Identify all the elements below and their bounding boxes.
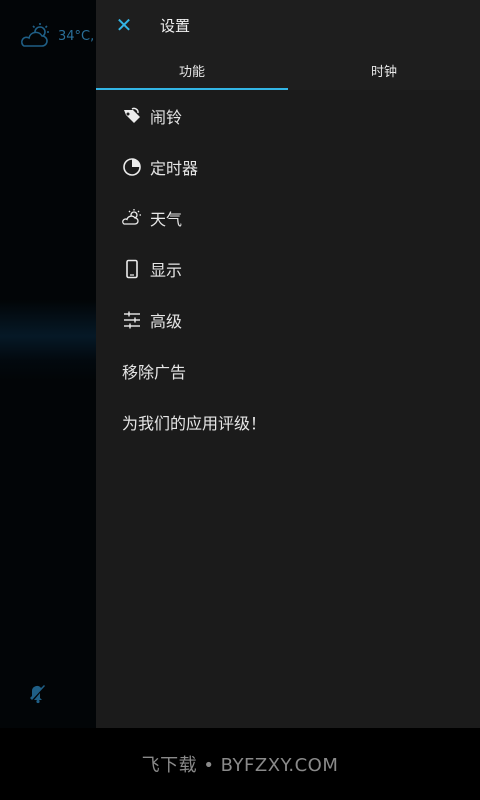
menu-item-rate-app[interactable]: 为我们的应用评级！ <box>96 396 480 447</box>
menu-item-label: 高级 <box>150 311 183 331</box>
page-title: 设置 <box>160 16 191 35</box>
menu-item-display[interactable]: 显示 <box>96 243 480 294</box>
close-button[interactable]: ✕ <box>96 0 152 50</box>
menu-item-label: 闹铃 <box>150 107 183 127</box>
menu-item-label: 天气 <box>150 209 183 229</box>
alarm-tag-icon <box>122 106 142 126</box>
drawer-header: ✕ 设置 <box>96 0 480 50</box>
menu-item-timer[interactable]: 定时器 <box>96 141 480 192</box>
menu-item-weather[interactable]: 天气 <box>96 192 480 243</box>
cloud-sun-icon <box>20 23 49 47</box>
tab-label: 功能 <box>178 64 205 80</box>
footer-watermark-bar: 飞下载 • BYFZXY.COM <box>0 728 480 800</box>
menu-item-label: 定时器 <box>150 158 199 178</box>
tab-bar: 功能 时钟 <box>96 50 480 90</box>
bell-icon[interactable] <box>26 682 48 704</box>
background-temperature: 34°C, <box>58 28 95 44</box>
menu-item-label: 为我们的应用评级！ <box>122 413 267 433</box>
sliders-icon <box>122 310 142 330</box>
tab-clock[interactable]: 时钟 <box>288 50 480 90</box>
settings-drawer: ✕ 设置 功能 时钟 闹铃 定时器 天气 显示 高级 移除广告 为我们的应用评级… <box>96 0 480 728</box>
tab-features[interactable]: 功能 <box>96 50 288 90</box>
background-clock-area: 34°C, <box>0 0 96 728</box>
menu-item-label: 移除广告 <box>122 362 187 382</box>
tab-label: 时钟 <box>370 64 397 80</box>
timer-icon <box>122 157 142 177</box>
menu-item-advanced[interactable]: 高级 <box>96 294 480 345</box>
phone-display-icon <box>122 259 142 279</box>
weather-icon <box>122 208 142 228</box>
watermark-text: 飞下载 • BYFZXY.COM <box>141 755 339 776</box>
menu-item-alarm[interactable]: 闹铃 <box>96 90 480 141</box>
settings-menu: 闹铃 定时器 天气 显示 高级 移除广告 为我们的应用评级！ <box>96 90 480 447</box>
background-weather: 34°C, <box>18 22 94 50</box>
background-glow <box>0 300 96 380</box>
screen: 34°C, ✕ 设置 功能 时钟 闹铃 定时器 天气 显示 高级 移除广告 为我… <box>0 0 480 800</box>
menu-item-label: 显示 <box>150 260 183 280</box>
menu-item-remove-ads[interactable]: 移除广告 <box>96 345 480 396</box>
close-icon: ✕ <box>115 13 133 37</box>
